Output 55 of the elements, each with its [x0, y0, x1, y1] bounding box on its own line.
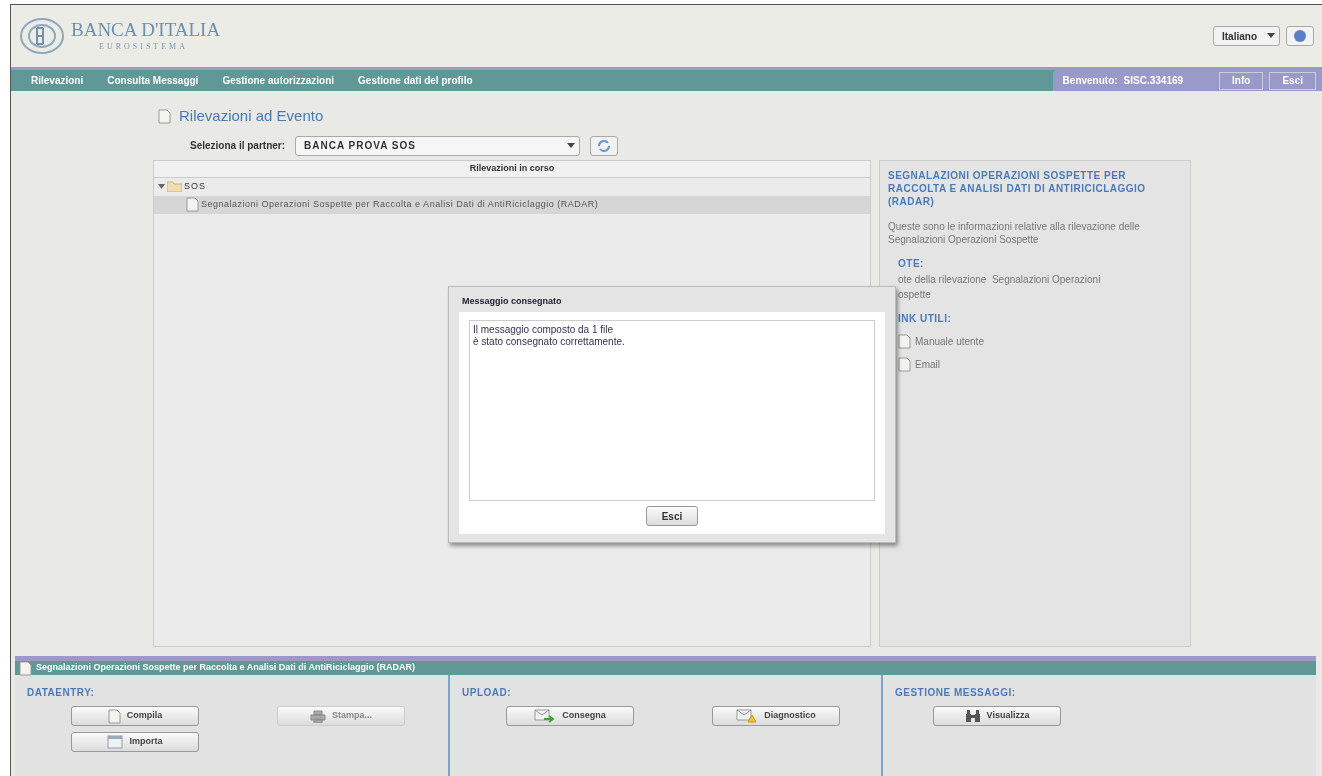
page-icon: [158, 108, 171, 124]
bank-logo-icon: [19, 16, 65, 56]
group-heading: DATAENTRY:: [27, 686, 96, 700]
refresh-button[interactable]: [590, 135, 619, 156]
caret-icon: [567, 142, 576, 149]
useful-link[interactable]: Email: [915, 356, 940, 372]
action-button[interactable]: Visualizza: [933, 706, 1061, 726]
window-icon: [107, 735, 124, 749]
binoculars-icon: [964, 709, 981, 723]
username: SISC.334169: [1123, 74, 1184, 88]
partner-dropdown[interactable]: BANCA PROVA SOS: [295, 135, 581, 156]
language-dropdown[interactable]: Italiano: [1213, 26, 1280, 46]
message-text: è stato consegnato correttamente.: [473, 336, 626, 348]
note-text: ote della rilevazione Segnalazioni Operazioni: [898, 272, 1102, 286]
nav-link[interactable]: Consulta Messaggi: [107, 73, 199, 88]
action-button[interactable]: Importa: [71, 732, 199, 752]
envelope-warning-icon: [736, 709, 759, 723]
help-button[interactable]: [1286, 26, 1314, 46]
logo-title: BANCA D'ITALIA: [71, 19, 221, 41]
close-dialog-button[interactable]: Esci: [646, 506, 698, 526]
document-icon: [19, 660, 32, 676]
document-icon: [898, 333, 911, 349]
tree-node[interactable]: SOS: [154, 177, 870, 196]
refresh-icon: [597, 139, 612, 152]
section-heading: OTE:: [898, 256, 925, 271]
envelope-arrow-icon: [534, 709, 557, 723]
partner-label: Seleziona il partner:: [190, 139, 286, 153]
printer-icon: [310, 709, 326, 723]
nav-link[interactable]: Gestione dati del profilo: [358, 73, 473, 88]
message-text: Il messaggio composto da 1 file: [473, 324, 615, 336]
info-description: Queste sono le informazioni relative alla rilevazione delle Segnalazioni Operazioni Sospette: [888, 219, 1141, 246]
nav-link[interactable]: Gestione autorizzazioni: [222, 73, 335, 88]
section-heading: INK UTILI:: [898, 311, 953, 326]
document-icon: [107, 708, 121, 724]
group-heading: UPLOAD:: [462, 686, 513, 700]
document-icon: [186, 197, 199, 212]
action-button[interactable]: Compila: [71, 706, 199, 726]
action-button[interactable]: Diagnostico: [712, 706, 840, 726]
info-title: SEGNALAZIONI OPERAZIONI SOSPETTE PER RACCOLTA E ANALISI DATI DI ANTIRICICLAGGIO (RADAR): [888, 168, 1147, 208]
action-button[interactable]: Consegna: [506, 706, 634, 726]
column-header: Rilevazioni in corso: [154, 160, 870, 178]
useful-link[interactable]: Manuale utente: [915, 333, 984, 349]
expanded-triangle-icon[interactable]: [158, 183, 165, 190]
dialog-title: Messaggio consegnato: [461, 295, 563, 308]
folder-icon: [167, 181, 182, 192]
help-icon: [1294, 30, 1306, 42]
nav-link[interactable]: Rilevazioni: [31, 73, 84, 88]
tree-leaf[interactable]: Segnalazioni Operazioni Sospette per Raccolta e Analisi Dati di AntiRiciclaggio (RADAR): [154, 195, 870, 214]
welcome-label: Benvenuto:: [1062, 74, 1118, 88]
page-title: Rilevazioni ad Evento: [179, 106, 324, 126]
caret-icon: [1267, 33, 1275, 39]
note-text: ospette: [898, 287, 932, 301]
group-heading: GESTIONE MESSAGGI:: [895, 686, 1017, 700]
panel-title: Segnalazioni Operazioni Sospette per Raccolta e Analisi Dati di AntiRiciclaggio (RADAR): [36, 661, 415, 675]
logo-subtitle: EUROSISTEMA: [98, 41, 189, 53]
